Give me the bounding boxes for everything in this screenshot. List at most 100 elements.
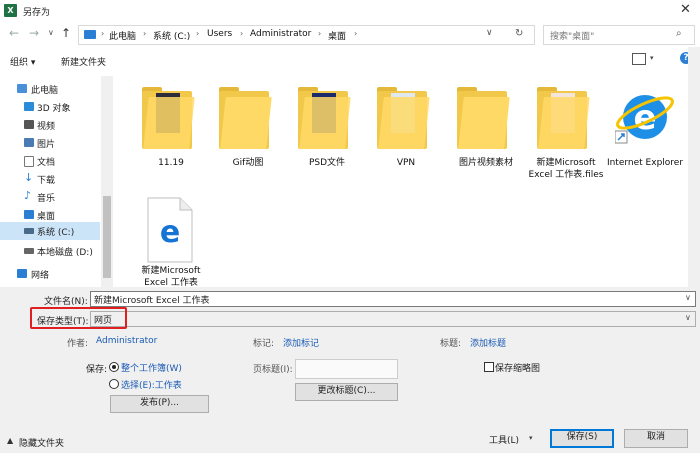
chevron-down-icon[interactable]: ∨ [685,293,691,302]
sidebar-item-3d-objects[interactable]: 3D 对象 [0,98,100,115]
breadcrumb-separator: › [143,29,147,38]
radio-selection[interactable] [109,379,119,389]
sidebar-item-label: 系统 (C:) [37,228,75,238]
picture-icon [24,138,34,147]
up-arrow-icon[interactable]: ↑ [61,26,71,40]
file-item-label: Gif动图 [232,158,264,168]
sidebar-scrollbar-thumb[interactable] [103,196,111,278]
network-icon [17,269,27,278]
sidebar-item-music[interactable]: ♪ 音乐 [0,188,100,205]
view-dropdown-icon[interactable]: ▾ [650,54,654,62]
breadcrumb-users[interactable]: Users [207,29,232,39]
breadcrumb-separator: › [318,29,322,38]
author-value[interactable]: Administrator [96,336,157,346]
tools-dropdown-icon[interactable]: ▾ [529,434,533,442]
file-item-folder[interactable]: PSD文件 [292,81,362,181]
chevron-down-icon[interactable]: ∨ [685,313,691,322]
drive-icon [24,248,34,254]
sidebar-item-local-disk-d[interactable]: 本地磁盘 (D:) [0,242,100,259]
sidebar-item-label: 音乐 [37,194,56,204]
search-icon[interactable]: ⌕ [676,28,682,39]
file-item-shortcut[interactable]: e Internet Explorer [607,81,683,181]
document-icon [24,156,34,167]
save-thumbnail-checkbox[interactable] [484,362,494,372]
highlight-box [30,307,127,329]
file-item-label: PSD文件 [308,158,346,168]
file-item-folder[interactable]: 11.19 [136,81,206,181]
new-folder-button[interactable]: 新建文件夹 [61,55,106,68]
breadcrumb-administrator[interactable]: Administrator [250,29,311,39]
desktop-icon [24,210,34,219]
sidebar-item-desktop[interactable]: 桌面 [0,206,100,223]
sidebar-item-network[interactable]: 网络 [0,265,100,282]
add-tags-link[interactable]: 添加标记 [283,336,319,349]
breadcrumb-this-pc[interactable]: 此电脑 [109,29,136,42]
recent-dropdown-icon[interactable]: ∨ [48,28,54,37]
filetype-select[interactable]: 网页 ∨ [90,311,696,327]
close-icon[interactable]: ✕ [680,2,691,17]
hide-folders-toggle[interactable]: 隐藏文件夹 [19,436,64,449]
file-item-folder[interactable]: VPN [371,81,441,181]
sidebar-item-videos[interactable]: 视频 [0,116,100,133]
sidebar-item-system-c[interactable]: 系统 (C:) [0,222,100,240]
search-input[interactable]: 搜索"桌面" [550,29,594,42]
save-button[interactable]: 保存(S) [550,429,614,448]
sidebar-item-label: 此电脑 [31,86,59,96]
folder-front [538,97,590,149]
music-icon: ♪ [24,189,32,202]
radio-entire-workbook-label[interactable]: 整个工作簿(W) [121,361,182,374]
forward-arrow-icon[interactable]: → [29,26,39,40]
file-item-label: 新建Microsoft Excel 工作表.files [528,158,604,180]
save-thumbnail-label[interactable]: 保存缩略图 [495,361,540,374]
page-title-label: 页标题(I): [253,365,293,375]
sidebar-item-label: 3D 对象 [37,104,71,114]
breadcrumb-desktop[interactable]: 桌面 [328,29,346,42]
radio-selection-label[interactable]: 选择(E):工作表 [121,378,182,391]
title-label: 标题: [440,339,462,349]
file-item-html[interactable]: e 新建Microsoft Excel 工作表 [136,192,206,292]
search-box[interactable]: 搜索"桌面" ⌕ [543,25,695,45]
file-list-scrollbar[interactable] [688,47,700,287]
cancel-button[interactable]: 取消 [624,429,688,448]
file-list: 11.19 Gif动图 PSD文件 VPN 图片视频素材 新建Microsoft… [113,76,688,288]
excel-icon: X [4,4,17,17]
folder-front [458,97,510,149]
sidebar-item-this-pc[interactable]: 此电脑 [0,80,100,97]
tools-button[interactable]: 工具(L) [489,433,519,446]
organize-button[interactable]: 组织 ▾ [10,55,35,68]
edge-document-icon: e [147,197,193,263]
filename-label: 文件名(N): [44,297,88,307]
sidebar-item-label: 文档 [37,158,56,168]
address-bar[interactable]: › 此电脑 › 系统 (C:) › Users › Administrator … [78,25,535,45]
breadcrumb-system-c[interactable]: 系统 (C:) [153,29,190,42]
sidebar-item-label: 下载 [37,176,56,186]
radio-entire-workbook[interactable] [109,362,119,372]
sidebar-item-label: 桌面 [37,212,56,222]
filename-field[interactable]: 新建Microsoft Excel 工作表 ∨ [90,291,696,307]
change-title-button[interactable]: 更改标题(C)... [295,383,398,401]
sidebar-item-downloads[interactable]: ↓ 下载 [0,170,100,187]
chevron-up-icon[interactable]: ▲ [7,436,13,445]
file-item-label: VPN [396,158,416,168]
computer-icon [17,84,27,93]
file-item-folder[interactable]: 图片视频素材 [451,81,521,181]
file-item-label: 新建Microsoft Excel 工作表 [141,266,201,288]
back-arrow-icon[interactable]: ← [9,26,19,40]
filename-input[interactable]: 新建Microsoft Excel 工作表 [94,293,210,306]
sidebar-item-pictures[interactable]: 图片 [0,134,100,151]
folder-front [220,97,272,149]
file-item-folder[interactable]: 新建Microsoft Excel 工作表.files [529,81,603,191]
page-title-input[interactable] [295,359,398,379]
breadcrumb-separator: › [240,29,244,38]
sidebar-item-documents[interactable]: 文档 [0,152,100,169]
address-dropdown-icon[interactable]: ∨ [486,28,493,38]
view-options-icon[interactable] [632,53,646,65]
add-title-link[interactable]: 添加标题 [470,336,506,349]
refresh-icon[interactable]: ↻ [515,28,523,39]
breadcrumb-separator: › [196,29,200,38]
file-item-folder[interactable]: Gif动图 [213,81,283,181]
publish-button[interactable]: 发布(P)... [110,395,209,413]
file-item-label: 图片视频素材 [458,158,513,168]
sidebar-item-label: 本地磁盘 (D:) [37,248,93,258]
toolbar: 组织 ▾ 新建文件夹 ▾ ? [0,49,700,71]
